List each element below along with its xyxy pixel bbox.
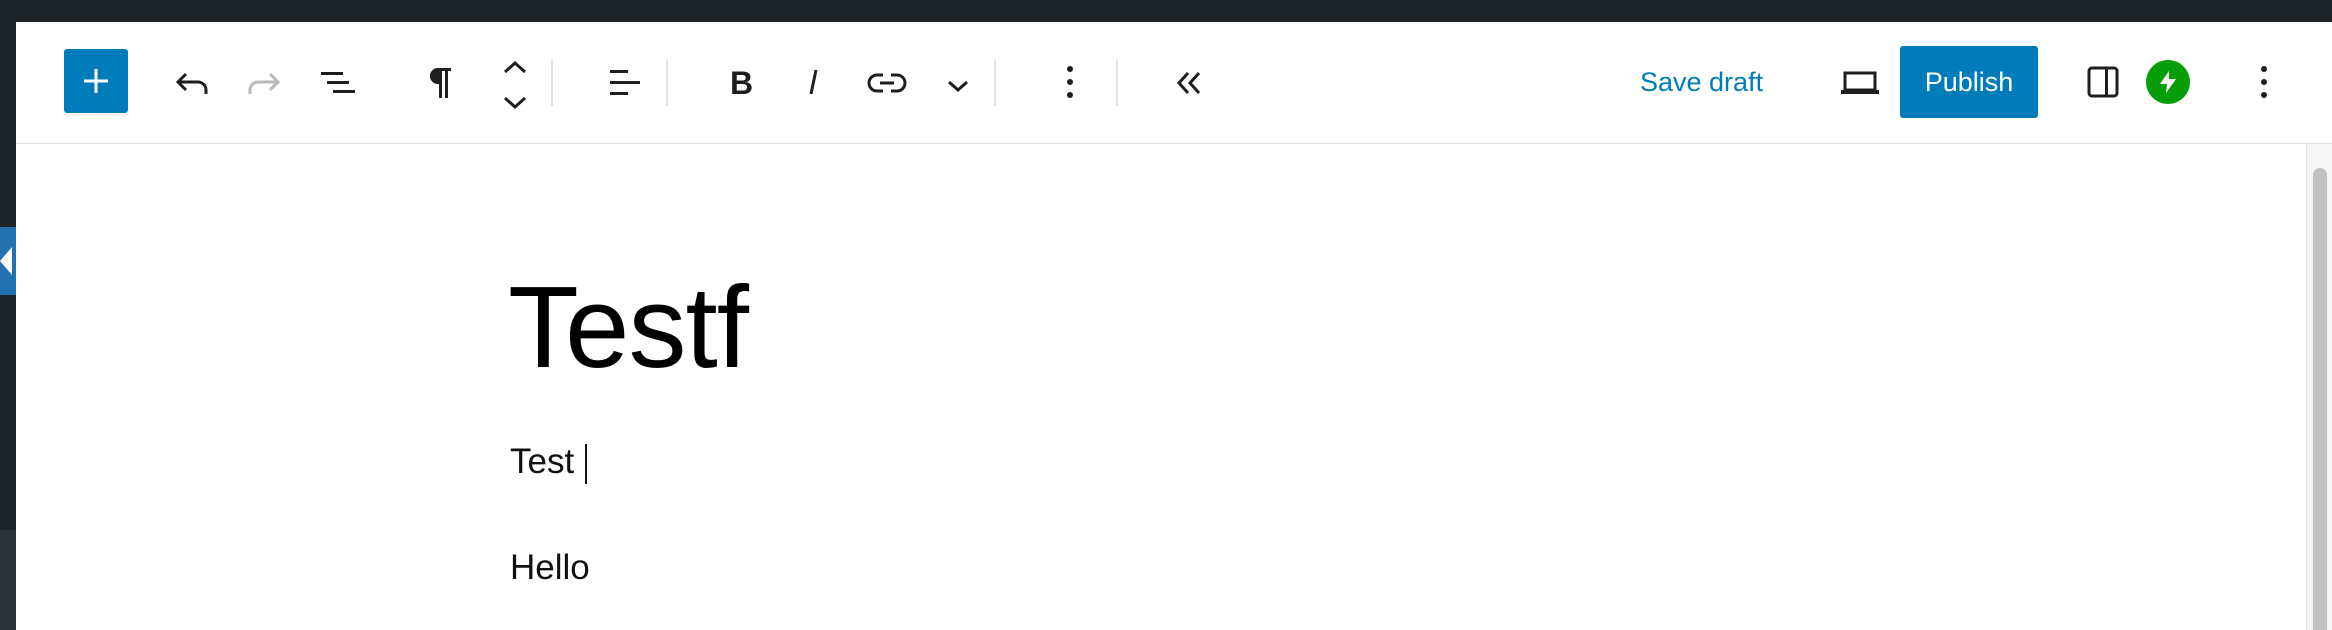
toolbar-separator <box>1116 60 1118 106</box>
block-options-icon <box>1067 66 1073 98</box>
post-title[interactable]: Testf <box>508 262 749 392</box>
options-button[interactable] <box>2244 58 2284 106</box>
scrollbar-thumb[interactable] <box>2313 168 2327 630</box>
editor-header-toolbar: B Save draft Publish <box>16 22 2332 144</box>
more-formatting-button[interactable] <box>938 66 978 106</box>
document-overview-button[interactable] <box>314 60 364 106</box>
active-indicator <box>0 247 12 275</box>
align-left-icon <box>610 70 640 95</box>
wordpress-editor-window: B Save draft Publish Testf Test Hello <box>0 0 2332 630</box>
admin-menu-active-tab[interactable] <box>0 227 16 295</box>
redo-button[interactable] <box>240 60 288 106</box>
paragraph-block[interactable]: Hello <box>510 546 590 590</box>
italic-button[interactable] <box>792 58 836 106</box>
settings-button[interactable] <box>2080 58 2126 106</box>
admin-menu-collapsed <box>0 22 16 630</box>
canvas-scrollbar[interactable] <box>2306 144 2332 630</box>
options-icon <box>2261 66 2267 98</box>
text-cursor <box>585 444 587 484</box>
toolbar-separator <box>666 60 668 106</box>
admin-bar <box>0 0 2332 22</box>
paragraph-block[interactable]: Test <box>510 440 574 484</box>
desktop-preview-icon <box>1841 71 1879 94</box>
jetpack-button[interactable] <box>2146 60 2190 104</box>
block-editor: B Save draft Publish Testf Test Hello <box>16 22 2332 630</box>
jetpack-icon <box>2160 71 2176 93</box>
svg-text:B: B <box>730 66 753 98</box>
document-overview-icon <box>321 72 355 93</box>
collapse-toolbar-button[interactable] <box>1166 60 1212 106</box>
link-icon <box>867 73 907 93</box>
redo-icon <box>248 72 281 94</box>
preview-button[interactable] <box>1836 60 1884 106</box>
add-block-button[interactable] <box>64 49 128 113</box>
paragraph-block-button[interactable] <box>416 58 462 106</box>
move-up-down-icon <box>503 60 527 110</box>
bold-button[interactable]: B <box>718 58 762 106</box>
chevron-down-icon <box>948 80 968 93</box>
block-options-button[interactable] <box>1050 58 1090 106</box>
link-button[interactable] <box>862 60 912 106</box>
paragraph-icon <box>429 68 451 98</box>
save-draft-button[interactable]: Save draft <box>1640 58 1763 106</box>
admin-menu-lower <box>0 530 16 630</box>
toolbar-separator <box>551 60 553 106</box>
undo-icon <box>175 72 208 94</box>
collapse-toolbar-icon <box>1176 71 1201 95</box>
toolbar-separator <box>994 60 996 106</box>
settings-sidebar-icon <box>2087 66 2119 98</box>
move-block-button[interactable] <box>492 56 538 114</box>
undo-button[interactable] <box>168 60 216 106</box>
italic-icon <box>809 69 818 95</box>
bold-icon: B <box>730 66 753 98</box>
add-block-icon <box>84 69 108 93</box>
align-button[interactable] <box>602 60 648 106</box>
publish-button[interactable]: Publish <box>1900 46 2038 118</box>
editor-canvas[interactable]: Testf Test Hello <box>16 144 2306 630</box>
